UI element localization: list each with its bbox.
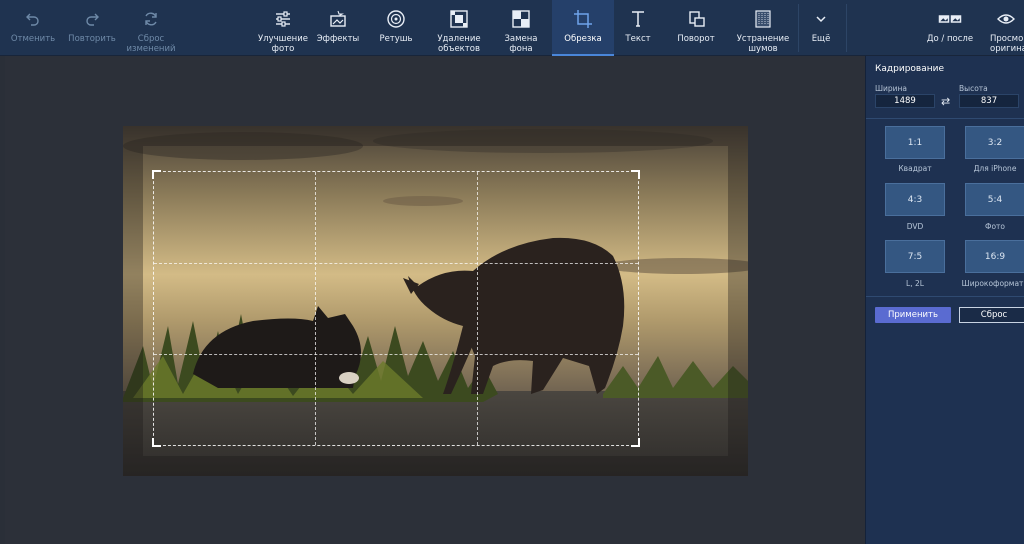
rotate-icon [684, 8, 708, 30]
ratio-label: Квадрат [898, 164, 932, 173]
ratio-label: Широкоформатн [961, 279, 1024, 288]
remove-objects-icon [447, 8, 471, 30]
ratio-3-2-button[interactable]: 3:2 [965, 126, 1024, 159]
height-label: Высота [959, 84, 988, 93]
enhance-photo-button[interactable]: Улучшение фото [254, 0, 312, 56]
replace-background-label: Замена фона [504, 34, 538, 54]
redo-button[interactable]: Повторить [66, 0, 118, 56]
redo-icon [80, 8, 104, 30]
crop-grid-line [154, 263, 638, 264]
effects-label: Эффекты [316, 34, 360, 44]
before-after-label: До / после [926, 34, 974, 44]
retouch-label: Ретушь [379, 34, 413, 44]
reset-changes-button[interactable]: Сброс изменений [122, 0, 180, 56]
ratio-value: 3:2 [987, 137, 1003, 148]
noise-icon [751, 8, 775, 30]
photo-editor-app: Отменить Повторить Сброс изменений Улучш… [0, 0, 1024, 544]
ratio-value: 1:1 [907, 137, 923, 148]
redo-label: Повторить [68, 34, 116, 44]
undo-icon [21, 8, 45, 30]
preview-original-label: Просмо оригина [990, 34, 1024, 54]
before-after-icon [938, 8, 962, 30]
crop-grid-line [477, 172, 478, 445]
remove-objects-label: Удаление объектов [437, 34, 481, 54]
more-button[interactable]: Ещё [804, 0, 838, 56]
rotate-button[interactable]: Поворот [670, 0, 722, 56]
text-button[interactable]: Текст [616, 0, 660, 56]
crop-selection[interactable] [152, 170, 640, 447]
replace-background-icon [509, 8, 533, 30]
crop-handle-top-left[interactable] [152, 170, 161, 179]
denoise-button[interactable]: Устранение шумов [734, 0, 792, 56]
remove-objects-button[interactable]: Удаление объектов [430, 0, 488, 56]
reset-changes-label: Сброс изменений [126, 34, 176, 54]
width-input[interactable]: 1489 [875, 94, 935, 108]
crop-label: Обрезка [564, 34, 602, 44]
crop-handle-top-right[interactable] [631, 170, 640, 179]
undo-label: Отменить [10, 34, 56, 44]
panel-divider [866, 118, 1024, 119]
height-input[interactable]: 837 [959, 94, 1019, 108]
width-label: Ширина [875, 84, 908, 93]
crop-handle-bottom-right[interactable] [631, 438, 640, 447]
ratio-4-3-button[interactable]: 4:3 [885, 183, 945, 216]
ratio-5-4-button[interactable]: 5:4 [965, 183, 1024, 216]
swap-dimensions-icon[interactable]: ⇄ [941, 95, 950, 108]
crop-grid-line [154, 354, 638, 355]
ratio-1-1-button[interactable]: 1:1 [885, 126, 945, 159]
crop-button[interactable]: Обрезка [552, 0, 614, 56]
before-after-button[interactable]: До / после [922, 0, 978, 56]
retouch-icon [384, 8, 408, 30]
ratio-7-5-button[interactable]: 7:5 [885, 240, 945, 273]
preview-original-button[interactable]: Просмо оригина [984, 0, 1024, 56]
ratio-value: 16:9 [984, 251, 1006, 262]
ratio-value: 5:4 [987, 194, 1003, 205]
reset-button[interactable]: Сброс [959, 307, 1024, 323]
denoise-label: Устранение шумов [736, 34, 790, 54]
ratio-label: Для iPhone [973, 164, 1017, 173]
crop-grid-line [315, 172, 316, 445]
effects-icon [326, 8, 350, 30]
panel-title: Кадрирование [875, 64, 944, 74]
ratio-16-9-button[interactable]: 16:9 [965, 240, 1024, 273]
enhance-photo-label: Улучшение фото [258, 34, 308, 54]
toolbar-divider [798, 4, 799, 52]
ratio-value: 4:3 [907, 194, 923, 205]
text-icon [626, 8, 650, 30]
ratio-value: 7:5 [907, 251, 923, 262]
top-toolbar: Отменить Повторить Сброс изменений Улучш… [0, 0, 1024, 56]
crop-settings-panel: Кадрирование Ширина Высота 1489 ⇄ 837 1:… [865, 56, 1024, 544]
eye-icon [994, 8, 1018, 30]
toolbar-divider [846, 4, 847, 52]
crop-handle-bottom-left[interactable] [152, 438, 161, 447]
more-label: Ещё [811, 34, 831, 44]
ratio-label: Фото [984, 222, 1005, 231]
rotate-label: Поворот [677, 34, 715, 44]
editing-canvas[interactable] [5, 56, 865, 544]
chevron-down-icon [809, 8, 833, 30]
panel-divider [866, 296, 1024, 297]
ratio-label: DVD [906, 222, 924, 231]
retouch-button[interactable]: Ретушь [372, 0, 420, 56]
ratio-label: L, 2L [906, 279, 924, 288]
text-label: Текст [625, 34, 651, 44]
refresh-icon [139, 8, 163, 30]
undo-button[interactable]: Отменить [8, 0, 58, 56]
apply-button[interactable]: Применить [875, 307, 951, 323]
crop-icon [571, 8, 595, 30]
sliders-icon [271, 8, 295, 30]
replace-background-button[interactable]: Замена фона [494, 0, 548, 56]
effects-button[interactable]: Эффекты [314, 0, 362, 56]
